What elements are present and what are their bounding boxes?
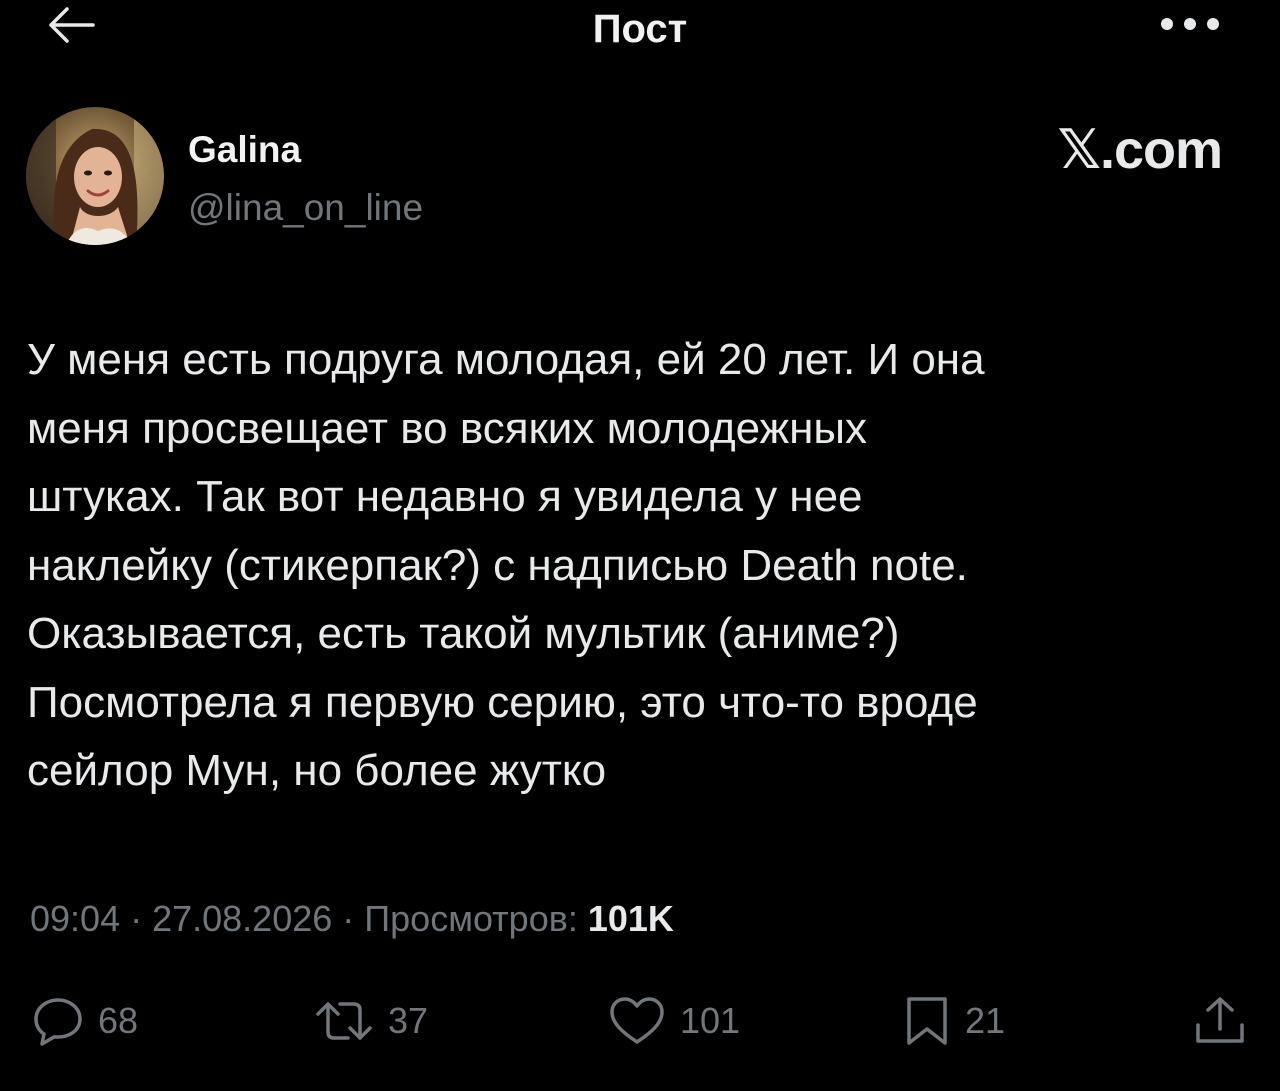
bookmark-count: 21 [965, 1000, 1006, 1041]
tweet-line: наклейку (стикерпак?) с надписью Death n… [27, 540, 968, 590]
views-count: 101K [587, 898, 674, 939]
author-handle[interactable]: @lina_on_line [188, 186, 423, 230]
meta-separator: · [332, 898, 365, 939]
heart-icon [608, 996, 666, 1046]
tweet-line: У меня есть подруга молодая, ей 20 лет. … [27, 335, 985, 384]
tweet-line: штуках. Так вот недавно я увидела у нее [27, 472, 863, 521]
share-button[interactable] [1192, 996, 1248, 1046]
tweet-meta: 09:04 · 27.08.2026 · Просмотров: 101K [30, 894, 674, 944]
tweet-date[interactable]: 27.08.2026 [152, 898, 332, 939]
tweet-text: У меня есть подруга молодая, ей 20 лет. … [27, 326, 1257, 806]
repost-arrows-icon [314, 996, 374, 1046]
like-count: 101 [680, 1000, 741, 1041]
meta-separator: · [120, 898, 153, 939]
reply-button[interactable]: 68 [32, 996, 138, 1046]
tweet-line: Оказывается, есть такой мультик (аниме?) [27, 609, 900, 658]
reply-count: 68 [98, 1000, 139, 1041]
views-label: Просмотров: [364, 898, 588, 939]
x-brand-watermark: 𝕏.com [1057, 120, 1223, 180]
repost-count: 37 [388, 1000, 429, 1041]
like-button[interactable]: 101 [608, 996, 740, 1046]
repost-button[interactable]: 37 [314, 996, 428, 1046]
tweet-line: Посмотрела я первую серию, это что-то вр… [27, 677, 978, 727]
tweet-line: меня просвещает во всяких молодежных [27, 403, 868, 453]
more-dots-icon [1159, 16, 1221, 37]
reply-bubble-icon [32, 996, 84, 1046]
share-upload-icon [1192, 995, 1248, 1047]
author-display-name[interactable]: Galina [188, 128, 301, 172]
bookmark-button[interactable]: 21 [903, 996, 1005, 1046]
back-button[interactable] [40, 2, 100, 52]
more-options-button[interactable] [1150, 6, 1230, 46]
tweet-line: сейлор Мун, но более жутко [27, 746, 607, 795]
arrow-left-icon [45, 5, 95, 50]
bookmark-icon [903, 995, 951, 1047]
tweet-time[interactable]: 09:04 [30, 898, 120, 939]
avatar[interactable] [26, 107, 164, 245]
page-title: Пост [592, 7, 688, 51]
